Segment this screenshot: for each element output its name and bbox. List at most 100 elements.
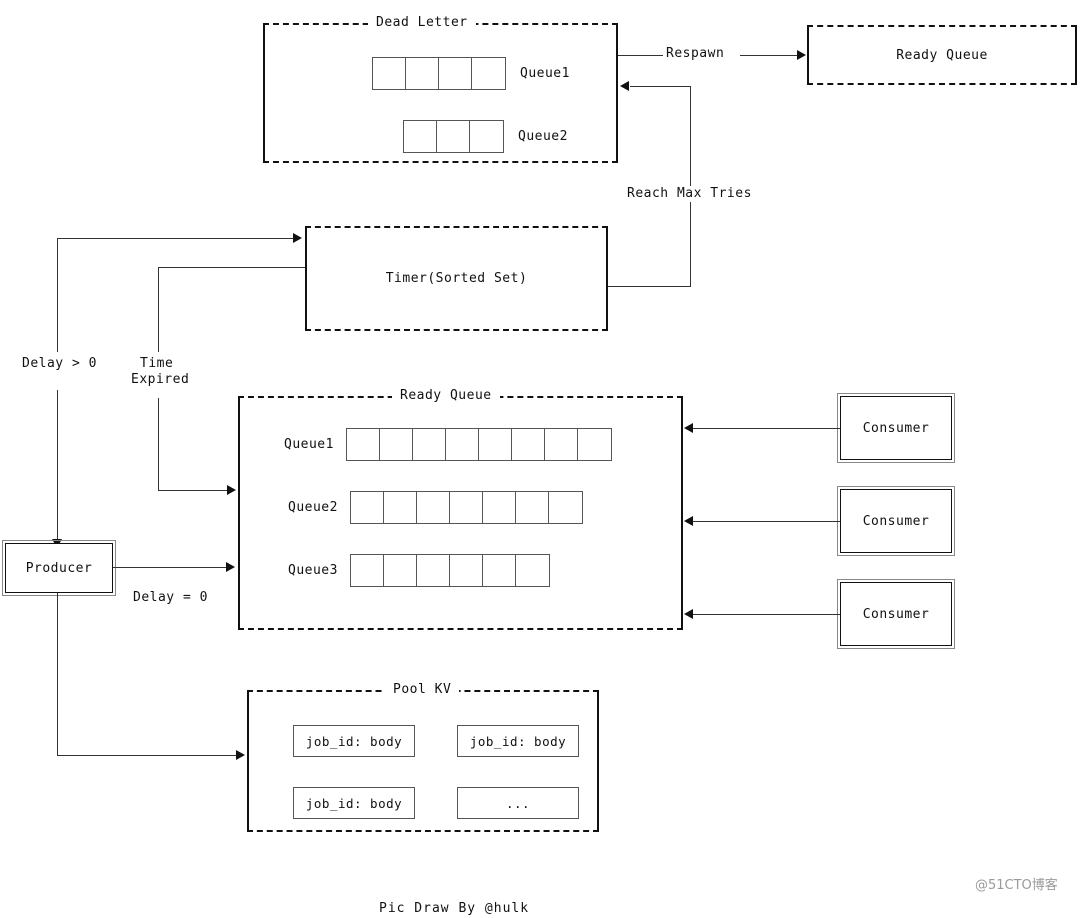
queue-cell [512,429,545,460]
delay-eq-zero-line [113,567,227,568]
dead-letter-queue1-label: Queue1 [520,66,570,81]
ready-queue-queue2-cells [349,491,583,524]
ready-queue-queue2-label: Queue2 [288,500,338,515]
consumer-box-3[interactable]: Consumer [837,579,955,649]
queue-cell [450,492,483,523]
time-expired-line-top [158,267,305,268]
queue-cell [417,492,450,523]
ready-queue-row-3: Queue3 [288,554,550,587]
consumer-box-2[interactable]: Consumer [837,486,955,556]
ready-queue-top-box: Ready Queue [807,25,1077,85]
delay-eq-zero-arrowhead [226,562,235,572]
delay-eq-zero-label: Delay = 0 [133,590,208,606]
timer-box: Timer(Sorted Set) [305,226,608,331]
ready-queue-queue1-label: Queue1 [284,437,334,452]
pool-kv-item: job_id: body [293,787,415,819]
producer-to-pool-line-horizontal [57,755,237,756]
ready-queue-row-1: Queue1 [284,428,612,461]
dead-letter-queue-row-1: Queue1 [372,57,570,90]
queue-cell [470,121,503,152]
producer-box[interactable]: Producer [2,540,116,596]
queue-cell [516,492,549,523]
respawn-line-left [618,55,663,56]
queue-cell [384,492,417,523]
consumer-3-line [693,614,840,615]
queue-cell [413,429,446,460]
diagram-canvas: Dead Letter Queue1 Queue2 Ready Queue Re… [0,0,1080,918]
queue-cell [437,121,470,152]
ready-queue-queue3-label: Queue3 [288,563,338,578]
diagram-caption: Pic Draw By @hulk [379,901,530,916]
queue-cell [384,555,417,586]
delay-gt-zero-arrowhead [293,233,302,243]
time-expired-label-line2: Expired [131,372,190,388]
pool-kv-item: job_id: body [457,725,579,757]
reach-max-tries-label: Reach Max Tries [627,186,752,202]
consumer-label: Consumer [862,606,930,622]
queue-cell [417,555,450,586]
producer-to-pool-arrowhead [236,750,245,760]
respawn-label: Respawn [666,46,725,62]
dead-letter-queue2-cells [403,120,504,153]
ready-queue-top-label: Ready Queue [896,47,988,63]
producer-label: Producer [25,560,93,576]
queue-cell [549,492,582,523]
pool-kv-item-label: job_id: body [305,795,403,811]
consumer-box-1[interactable]: Consumer [837,393,955,463]
delay-gt-zero-label: Delay > 0 [22,356,97,372]
queue-cell [406,58,439,89]
queue-cell [373,58,406,89]
time-expired-line-vertical-lower [158,398,159,491]
queue-cell [545,429,578,460]
consumer-2-arrowhead [684,516,693,526]
dead-letter-queue1-cells [372,57,506,90]
consumer-2-line [693,521,840,522]
ready-queue-queue1-cells [345,428,612,461]
pool-kv-item-label: job_id: body [469,733,567,749]
time-expired-line-vertical-upper [158,267,159,352]
pool-kv-title: Pool KV [385,682,460,697]
respawn-line-right [740,55,798,56]
ready-queue-queue3-cells [349,554,550,587]
queue-cell [446,429,479,460]
time-expired-arrowhead [227,485,236,495]
queue-cell [347,429,380,460]
dead-letter-queue2-label: Queue2 [518,129,568,144]
producer-to-pool-line-vertical [57,593,58,756]
timer-label: Timer(Sorted Set) [385,271,528,286]
reach-max-tries-arrowhead [620,81,629,91]
pool-kv-ellipsis-label: ... [505,795,531,811]
queue-cell [483,492,516,523]
consumer-label: Consumer [862,420,930,436]
queue-cell [472,58,505,89]
respawn-arrowhead [797,50,806,60]
dead-letter-queue-row-2: Queue2 [403,120,568,153]
queue-cell [439,58,472,89]
delay-gt-zero-line-vertical [57,238,58,352]
consumer-1-line [693,428,840,429]
delay-gt-zero-line-lower [57,390,58,545]
ready-queue-main-group: Ready Queue Queue1 Queue2 Queue3 [238,388,683,630]
queue-cell [479,429,512,460]
dead-letter-title: Dead Letter [368,15,476,30]
watermark: @51CTO博客 [975,878,1058,893]
pool-kv-item-ellipsis: ... [457,787,579,819]
pool-kv-group: Pool KV job_id: body job_id: body job_id… [247,682,599,832]
pool-kv-item: job_id: body [293,725,415,757]
delay-gt-zero-line-top [57,238,294,239]
queue-cell [450,555,483,586]
queue-cell [483,555,516,586]
queue-cell [380,429,413,460]
dead-letter-group: Dead Letter Queue1 Queue2 [263,15,618,163]
pool-kv-item-label: job_id: body [305,733,403,749]
queue-cell [578,429,611,460]
ready-queue-main-title: Ready Queue [392,388,500,403]
consumer-3-arrowhead [684,609,693,619]
reach-max-tries-line-bottom [608,286,691,287]
consumer-label: Consumer [862,513,930,529]
queue-cell [516,555,549,586]
time-expired-line-bottom [158,490,228,491]
ready-queue-row-2: Queue2 [288,491,583,524]
queue-cell [351,492,384,523]
queue-cell [351,555,384,586]
